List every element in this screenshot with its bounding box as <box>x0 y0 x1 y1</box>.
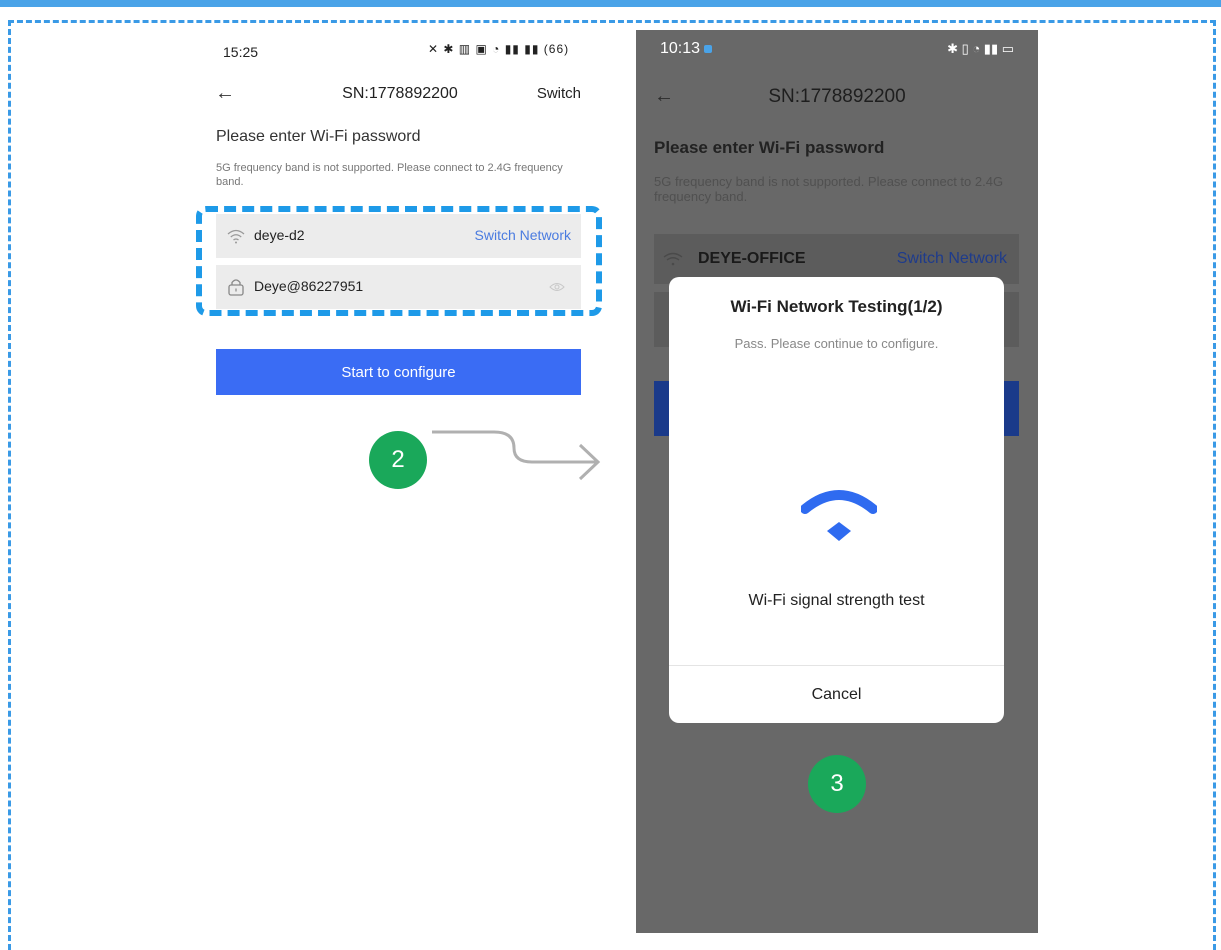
switch-network-link[interactable]: Switch Network <box>897 250 1007 268</box>
step-2-badge: 2 <box>369 431 427 489</box>
frequency-hint: 5G frequency band is not supported. Plea… <box>216 162 563 188</box>
dialog-status-label: Wi-Fi signal strength test <box>748 592 925 609</box>
arrow-icon <box>432 430 601 481</box>
dialog-title: Wi-Fi Network Testing(1/2) <box>730 297 943 316</box>
start-configure-button[interactable]: Start to configure <box>216 349 581 395</box>
wifi-password-heading: Please enter Wi-Fi password <box>216 128 421 145</box>
page-title: SN:1778892200 <box>768 86 906 107</box>
wifi-password-heading: Please enter Wi-Fi password <box>654 138 885 157</box>
highlight-dashed-box <box>196 206 602 316</box>
switch-button[interactable]: Switch <box>537 85 581 102</box>
status-icons: ✱ ▯ ◔ ▮▮ ▭ <box>947 41 1014 56</box>
status-icons: ✕ ✱ ▥ ▣ ◔ ▮▮ ▮▮ (66) <box>428 42 570 56</box>
status-time: 10:13 <box>660 40 713 58</box>
step-3-badge: 3 <box>808 755 866 813</box>
frequency-hint: 5G frequency band is not supported. Plea… <box>654 174 1004 204</box>
cancel-button[interactable]: Cancel <box>669 666 1004 723</box>
network-test-dialog: Wi-Fi Network Testing(1/2) Pass. Please … <box>669 277 1004 723</box>
wifi-icon <box>801 490 877 541</box>
dialog-subtitle: Pass. Please continue to configure. <box>734 336 939 351</box>
top-accent-bar <box>0 0 1221 7</box>
wifi-icon <box>663 252 683 266</box>
network-ssid: DEYE-OFFICE <box>698 250 806 267</box>
status-time: 15:25 <box>223 44 259 60</box>
